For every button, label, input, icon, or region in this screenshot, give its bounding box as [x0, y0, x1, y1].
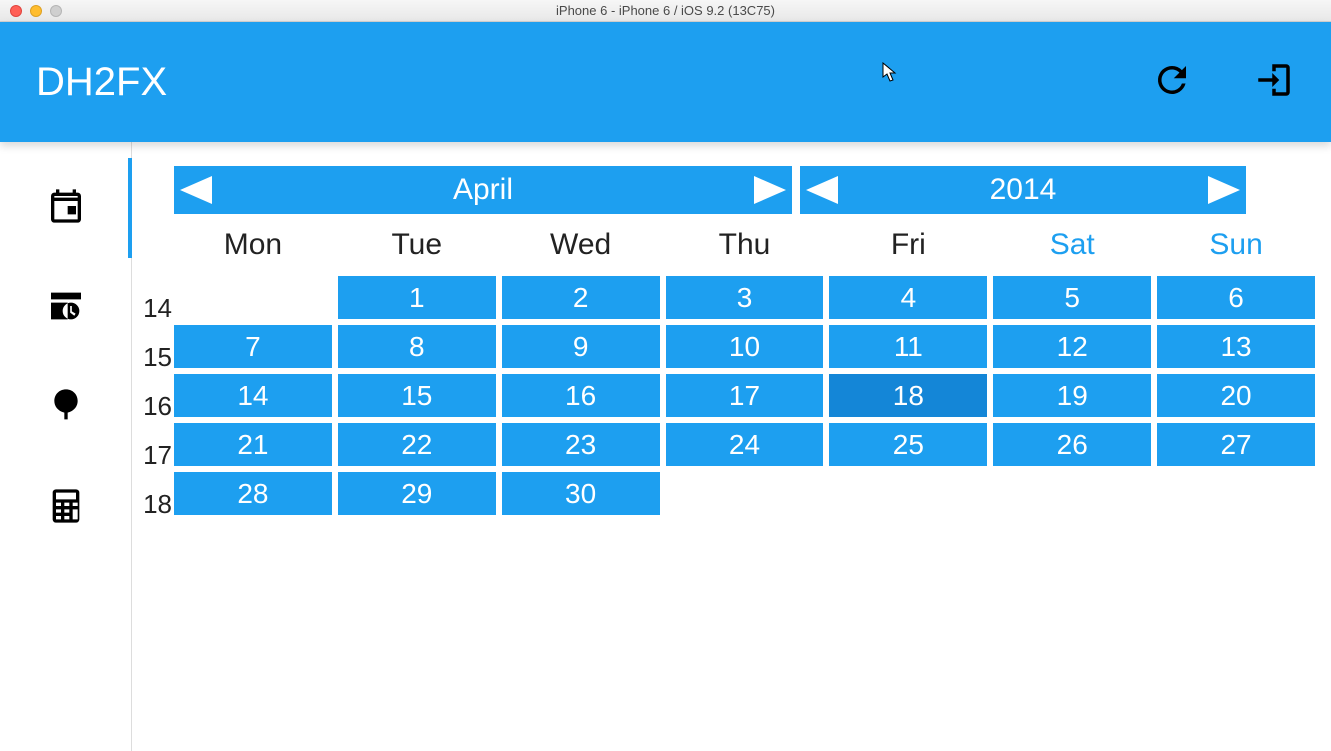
- day-cell[interactable]: 20: [1157, 374, 1315, 417]
- day-header: Thu: [666, 228, 824, 262]
- next-month-button[interactable]: [754, 176, 786, 204]
- day-cell[interactable]: 27: [1157, 423, 1315, 466]
- day-cell[interactable]: 6: [1157, 276, 1315, 319]
- day-cell[interactable]: 22: [338, 423, 496, 466]
- next-year-button[interactable]: [1208, 176, 1240, 204]
- sidebar-item-schedule[interactable]: [0, 258, 131, 358]
- app-title: DH2FX: [36, 60, 167, 105]
- day-cell[interactable]: 3: [666, 276, 824, 319]
- tree-icon: [46, 386, 86, 431]
- sidebar-item-calculator[interactable]: [0, 458, 131, 558]
- day-header: Fri: [829, 228, 987, 262]
- refresh-icon: [1151, 88, 1193, 105]
- day-cell[interactable]: 18: [829, 374, 987, 417]
- prev-month-button[interactable]: [180, 176, 212, 204]
- day-headers-row: MonTueWedThuFriSatSun: [174, 228, 1315, 262]
- day-cell[interactable]: 23: [502, 423, 660, 466]
- day-cell[interactable]: 14: [174, 374, 332, 417]
- day-cell[interactable]: 21: [174, 423, 332, 466]
- day-cell[interactable]: 19: [993, 374, 1151, 417]
- month-label: April: [453, 173, 513, 207]
- calendar-icon: [46, 186, 86, 231]
- calculator-icon: [46, 486, 86, 531]
- day-cell[interactable]: 26: [993, 423, 1151, 466]
- prev-year-button[interactable]: [806, 176, 838, 204]
- day-cell[interactable]: 11: [829, 325, 987, 368]
- day-cell[interactable]: 4: [829, 276, 987, 319]
- day-cell[interactable]: 15: [338, 374, 496, 417]
- week-number-column: 1415161718: [140, 166, 174, 751]
- day-cell[interactable]: 8: [338, 325, 496, 368]
- day-cell[interactable]: 28: [174, 472, 332, 515]
- day-header: Sun: [1157, 228, 1315, 262]
- day-cell[interactable]: 24: [666, 423, 824, 466]
- day-header: Tue: [338, 228, 496, 262]
- week-number: 17: [140, 431, 174, 480]
- window-title: iPhone 6 - iPhone 6 / iOS 9.2 (13C75): [0, 3, 1331, 18]
- window-titlebar: iPhone 6 - iPhone 6 / iOS 9.2 (13C75): [0, 0, 1331, 22]
- day-cell[interactable]: 29: [338, 472, 496, 515]
- exit-icon: [1253, 88, 1295, 105]
- week-number: 18: [140, 480, 174, 529]
- year-label: 2014: [990, 173, 1057, 207]
- day-cell[interactable]: 13: [1157, 325, 1315, 368]
- refresh-button[interactable]: [1151, 59, 1193, 106]
- day-cell[interactable]: 9: [502, 325, 660, 368]
- sidebar: [0, 142, 132, 751]
- day-cell[interactable]: 25: [829, 423, 987, 466]
- day-cell[interactable]: 7: [174, 325, 332, 368]
- sidebar-item-calendar[interactable]: [0, 158, 131, 258]
- month-selector: April: [174, 166, 792, 214]
- day-cell[interactable]: 2: [502, 276, 660, 319]
- empty-day: [174, 276, 332, 319]
- year-selector: 2014: [800, 166, 1246, 214]
- day-cell[interactable]: 16: [502, 374, 660, 417]
- week-number: 16: [140, 382, 174, 431]
- app-header: DH2FX: [0, 22, 1331, 142]
- day-cell[interactable]: 1: [338, 276, 496, 319]
- day-cell[interactable]: 12: [993, 325, 1151, 368]
- day-cell[interactable]: 5: [993, 276, 1151, 319]
- week-number: 15: [140, 333, 174, 382]
- day-header: Wed: [502, 228, 660, 262]
- day-cell[interactable]: 17: [666, 374, 824, 417]
- day-cell[interactable]: 30: [502, 472, 660, 515]
- calendar-grid: 1234567891011121314151617181920212223242…: [174, 276, 1315, 515]
- day-header: Mon: [174, 228, 332, 262]
- schedule-icon: [46, 286, 86, 331]
- week-number: 14: [140, 284, 174, 333]
- day-header: Sat: [993, 228, 1151, 262]
- day-cell[interactable]: 10: [666, 325, 824, 368]
- sidebar-item-tree[interactable]: [0, 358, 131, 458]
- exit-button[interactable]: [1253, 59, 1295, 106]
